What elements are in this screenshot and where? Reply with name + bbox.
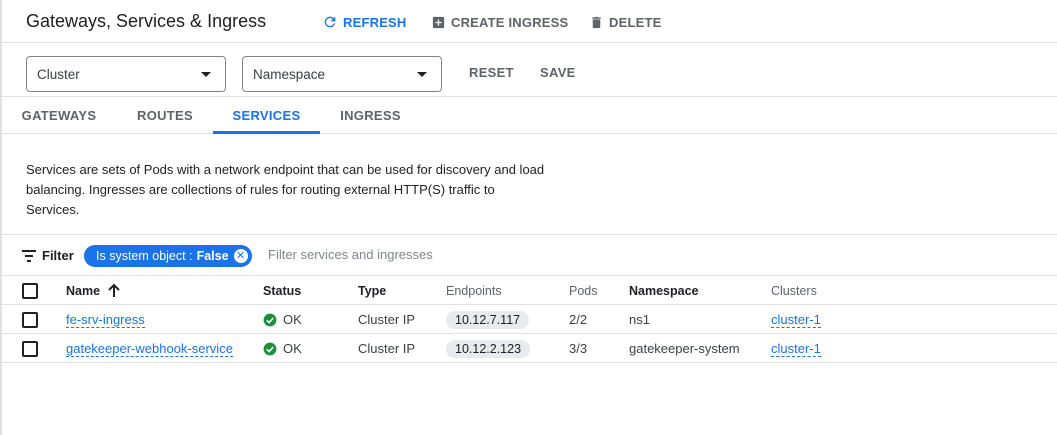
- column-header-pods: Pods: [569, 283, 598, 298]
- status-text: OK: [283, 341, 302, 356]
- delete-label: DELETE: [609, 14, 662, 30]
- type-cell: Cluster IP: [358, 341, 416, 356]
- filter-input[interactable]: [268, 247, 668, 262]
- service-name-link[interactable]: gatekeeper-webhook-service: [66, 341, 233, 357]
- table-header-row: Name Status Type Endpoints Pods Namespac…: [0, 276, 1057, 305]
- row-checkbox[interactable]: [22, 311, 38, 328]
- refresh-button[interactable]: REFRESH: [322, 13, 407, 31]
- chip-value: False: [196, 249, 229, 263]
- filter-button[interactable]: Filter: [22, 248, 74, 263]
- endpoint-chip: 10.12.7.117: [446, 310, 530, 329]
- tab-bar: GATEWAYS ROUTES SERVICES INGRESS: [0, 97, 1057, 134]
- chip-key: Is system object :: [96, 249, 193, 263]
- tab-services[interactable]: SERVICES: [213, 97, 320, 134]
- tab-routes[interactable]: ROUTES: [120, 97, 210, 133]
- status-cell: OK: [263, 334, 302, 363]
- save-button[interactable]: SAVE: [540, 65, 576, 80]
- column-header-endpoints: Endpoints: [446, 283, 502, 298]
- endpoints-cell: 10.12.2.123: [446, 334, 531, 363]
- refresh-label: REFRESH: [343, 14, 407, 30]
- namespace-select[interactable]: Namespace: [242, 56, 442, 92]
- namespace-select-label: Namespace: [253, 66, 326, 82]
- pods-cell: 2/2: [569, 312, 588, 327]
- cluster-select[interactable]: Cluster: [26, 56, 226, 92]
- namespace-cell: ns1: [629, 312, 650, 327]
- close-icon[interactable]: ✕: [233, 249, 248, 263]
- column-header-namespace[interactable]: Namespace: [629, 276, 699, 305]
- type-cell: Cluster IP: [358, 312, 416, 327]
- row-checkbox-cell: [22, 305, 38, 334]
- page-header: Gateways, Services & Ingress REFRESH CRE…: [0, 0, 1057, 43]
- system-object-filter-chip[interactable]: Is system object : False ✕: [84, 245, 252, 267]
- column-header-name[interactable]: Name: [66, 276, 120, 305]
- table-row: gatekeeper-webhook-service OK Cluster IP…: [0, 334, 1057, 363]
- arrow-up-icon: [108, 283, 120, 297]
- services-table: Name Status Type Endpoints Pods Namespac…: [0, 276, 1057, 363]
- row-checkbox-cell: [22, 334, 38, 363]
- filter-label: Filter: [42, 248, 74, 263]
- name-cell: gatekeeper-webhook-service: [66, 334, 233, 363]
- delete-button[interactable]: DELETE: [589, 13, 661, 31]
- tab-gateways[interactable]: GATEWAYS: [14, 97, 104, 133]
- add-box-icon: [432, 16, 445, 28]
- services-description: Services are sets of Pods with a network…: [26, 162, 545, 217]
- cluster-link[interactable]: cluster-1: [771, 341, 821, 357]
- service-name-link[interactable]: fe-srv-ingress: [66, 312, 145, 328]
- column-header-status[interactable]: Status: [263, 276, 301, 305]
- select-all-checkbox-cell: [22, 276, 38, 305]
- namespace-cell: gatekeeper-system: [629, 341, 740, 356]
- cluster-select-label: Cluster: [37, 66, 80, 82]
- status-text: OK: [283, 312, 302, 327]
- page-title: Gateways, Services & Ingress: [26, 11, 267, 31]
- column-name-label: Name: [66, 283, 101, 298]
- clusters-cell: cluster-1: [771, 305, 821, 334]
- tab-ingress[interactable]: INGRESS: [323, 97, 418, 133]
- chevron-down-icon: [201, 72, 211, 77]
- select-all-checkbox[interactable]: [22, 282, 38, 299]
- trash-icon: [592, 16, 601, 28]
- filter-icon: [22, 249, 36, 262]
- check-circle-icon: [263, 313, 277, 326]
- endpoints-cell: 10.12.7.117: [446, 305, 530, 334]
- endpoint-chip: 10.12.2.123: [446, 339, 531, 358]
- table-filter-bar: Filter Is system object : False ✕: [0, 234, 1057, 276]
- create-ingress-label: CREATE INGRESS: [451, 14, 569, 30]
- chevron-down-icon: [417, 72, 427, 77]
- cluster-link[interactable]: cluster-1: [771, 312, 821, 328]
- clusters-cell: cluster-1: [771, 334, 821, 363]
- status-cell: OK: [263, 305, 302, 334]
- reset-button[interactable]: RESET: [469, 65, 514, 80]
- column-header-clusters: Clusters: [771, 283, 817, 298]
- refresh-icon: [324, 16, 336, 28]
- row-checkbox[interactable]: [22, 340, 38, 357]
- create-ingress-button[interactable]: CREATE INGRESS: [431, 13, 568, 31]
- check-circle-icon: [263, 342, 277, 355]
- resource-filters: Cluster Namespace RESET SAVE: [0, 44, 1057, 97]
- name-cell: fe-srv-ingress: [66, 305, 145, 334]
- pods-cell: 3/3: [569, 341, 588, 356]
- column-header-type[interactable]: Type: [358, 276, 386, 305]
- table-row: fe-srv-ingress OK Cluster IP 10.12.7.117…: [0, 305, 1057, 334]
